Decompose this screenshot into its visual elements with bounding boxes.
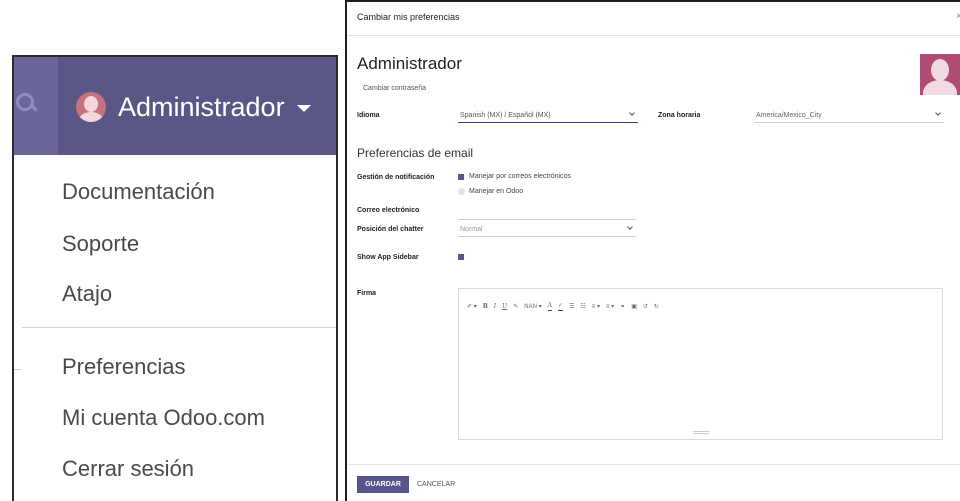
user-name-heading: Administrador — [357, 54, 462, 73]
notification-radio-email[interactable] — [458, 174, 464, 180]
chatter-label: Posición del chatter — [357, 226, 424, 233]
undo-icon[interactable]: ↺ — [643, 303, 648, 310]
user-menu-toggle[interactable]: Administrador — [76, 87, 311, 127]
signature-editor: ✐ ▾ B I U ✎ NAN ▾ A ✓ ☰ ☷ ≡ ▾ ≡ ▾ ⚭ ▣ ↺ … — [458, 288, 943, 440]
timezone-label: Zona horaria — [658, 112, 701, 119]
paragraph-dropdown[interactable]: ≡ ▾ — [606, 303, 614, 310]
language-value: Spanish (MX) / Español (MX) — [460, 112, 551, 119]
user-dropdown-zoom: Administrador Documentación Soporte Ataj… — [12, 55, 338, 501]
email-field[interactable] — [458, 219, 636, 220]
notification-option-odoo: Manejar en Odoo — [469, 188, 524, 195]
highlight-icon[interactable]: ✓ — [557, 302, 563, 311]
chatter-select[interactable]: Normal — [458, 223, 636, 237]
menu-item-support[interactable]: Soporte — [62, 231, 139, 257]
notification-label: Gestión de notificación — [357, 174, 435, 181]
align-dropdown[interactable]: ≡ ▾ — [592, 303, 600, 310]
divider-stub — [14, 369, 22, 370]
email-label: Correo electrónico — [357, 207, 420, 214]
chevron-down-icon — [629, 110, 635, 116]
bold-button[interactable]: B — [483, 303, 488, 310]
resize-handle[interactable] — [693, 431, 709, 434]
font-size-dropdown[interactable]: NAN ▾ — [524, 303, 541, 310]
navbar-search-area — [14, 57, 58, 155]
menu-item-shortcuts[interactable]: Atajo — [62, 281, 112, 307]
avatar-icon — [76, 92, 106, 122]
menu-item-logout[interactable]: Cerrar sesión — [62, 456, 194, 482]
timezone-select[interactable]: America/Mexico_City — [754, 109, 944, 123]
language-label: Idioma — [357, 112, 380, 119]
menu-item-preferences[interactable]: Preferencias — [62, 354, 186, 380]
font-color-icon[interactable]: A — [547, 302, 552, 311]
paint-format-icon[interactable]: ✐ ▾ — [467, 303, 477, 310]
navbar: Administrador — [14, 57, 336, 155]
signature-label: Firma — [357, 290, 377, 297]
redo-icon[interactable]: ↻ — [654, 303, 659, 310]
chatter-value: Normal — [460, 226, 483, 233]
sidebar-checkbox[interactable] — [458, 254, 464, 260]
user-menu-name: Administrador — [118, 91, 285, 122]
unordered-list-icon[interactable]: ☰ — [569, 303, 574, 310]
timezone-value: America/Mexico_City — [756, 112, 822, 119]
menu-divider — [22, 327, 336, 328]
save-button[interactable]: GUARDAR — [357, 476, 409, 493]
language-select[interactable]: Spanish (MX) / Español (MX) — [458, 109, 638, 123]
menu-item-odoo-account[interactable]: Mi cuenta Odoo.com — [62, 405, 265, 431]
link-icon[interactable]: ⚭ — [620, 303, 625, 310]
dialog-footer-divider — [347, 464, 960, 465]
change-password-link[interactable]: Cambiar contraseña — [363, 85, 426, 92]
notification-option-email: Manejar por correos electrónicos — [469, 173, 571, 180]
signature-text-area[interactable] — [460, 317, 941, 433]
notification-radio-odoo[interactable] — [458, 188, 465, 195]
image-icon[interactable]: ▣ — [631, 303, 637, 310]
italic-button[interactable]: I — [494, 303, 496, 310]
editor-toolbar: ✐ ▾ B I U ✎ NAN ▾ A ✓ ☰ ☷ ≡ ▾ ≡ ▾ ⚭ ▣ ↺ … — [467, 300, 665, 312]
email-preferences-title: Preferencias de email — [357, 146, 474, 160]
user-avatar[interactable] — [920, 54, 960, 95]
caret-down-icon — [296, 104, 311, 112]
cancel-button[interactable]: CANCELAR — [417, 476, 455, 493]
dialog-title: Cambiar mis preferencias — [357, 12, 460, 22]
sidebar-label: Show App Sidebar — [357, 254, 419, 261]
close-icon[interactable]: × — [956, 11, 960, 22]
chevron-down-icon — [627, 224, 633, 230]
underline-button[interactable]: U — [502, 303, 507, 310]
menu-item-documentation[interactable]: Documentación — [62, 179, 215, 205]
search-icon[interactable] — [16, 93, 38, 117]
ordered-list-icon[interactable]: ☷ — [580, 303, 585, 310]
chevron-down-icon — [935, 110, 941, 116]
eraser-icon[interactable]: ✎ — [513, 303, 518, 310]
preferences-dialog: Cambiar mis preferencias × Administrador… — [345, 0, 960, 501]
dialog-header: Cambiar mis preferencias × — [347, 2, 960, 36]
